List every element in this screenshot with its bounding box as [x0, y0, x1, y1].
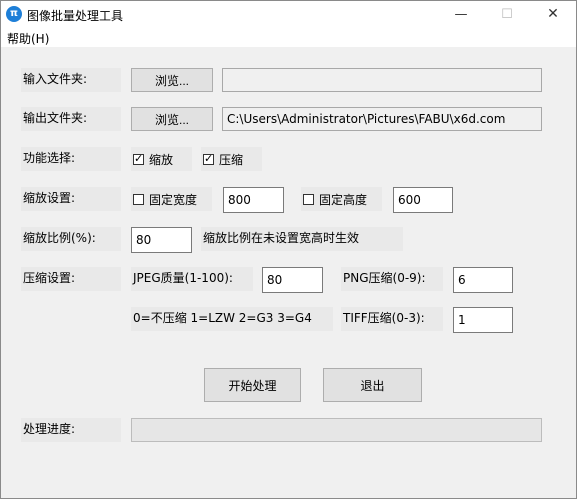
scale-ratio-hint: 缩放比例在未设置宽高时生效	[201, 227, 403, 251]
menu-help[interactable]: 帮助(H)	[7, 30, 49, 47]
png-compress-label: PNG压缩(0-9):	[341, 267, 443, 291]
scale-checkbox-label: 缩放	[149, 152, 174, 167]
compress-checkbox[interactable]: 压缩	[201, 147, 262, 171]
jpeg-quality-label: JPEG质量(1-100):	[131, 267, 253, 291]
scale-settings-label: 缩放设置:	[21, 187, 121, 211]
minimize-button[interactable]: —	[438, 1, 484, 28]
input-folder-label: 输入文件夹:	[21, 68, 121, 92]
png-compress-input[interactable]: 6	[453, 267, 513, 293]
compress-checkbox-label: 压缩	[219, 152, 244, 167]
output-folder-label: 输出文件夹:	[21, 107, 121, 131]
scale-ratio-label: 缩放比例(%):	[21, 227, 121, 251]
app-window: π 图像批量处理工具 — ☐ ✕ 帮助(H) 输入文件夹: 浏览... 输出文件…	[0, 0, 577, 499]
window-title: 图像批量处理工具	[27, 9, 124, 23]
title-bar[interactable]: π 图像批量处理工具 — ☐ ✕	[1, 1, 576, 28]
app-logo-icon: π	[6, 6, 22, 22]
progress-label: 处理进度:	[21, 418, 121, 442]
width-input[interactable]: 800	[223, 187, 284, 213]
jpeg-quality-input[interactable]: 80	[262, 267, 323, 293]
height-input[interactable]: 600	[393, 187, 453, 213]
input-browse-button[interactable]: 浏览...	[131, 68, 213, 92]
scale-check-icon	[133, 152, 144, 165]
scale-ratio-input[interactable]: 80	[131, 227, 192, 253]
output-folder-field[interactable]: C:\Users\Administrator\Pictures\FABU\x6d…	[222, 107, 542, 131]
exit-button[interactable]: 退出	[323, 368, 422, 402]
minimize-icon: —	[454, 7, 468, 22]
close-icon: ✕	[547, 6, 559, 22]
close-button[interactable]: ✕	[530, 1, 576, 28]
fixed-width-check-icon	[133, 193, 144, 205]
tiff-compress-label: TIFF压缩(0-3):	[341, 307, 443, 331]
menu-bar: 帮助(H)	[1, 28, 576, 48]
fixed-height-check-icon	[303, 193, 314, 205]
fixed-width-checkbox[interactable]: 固定宽度	[131, 187, 212, 211]
input-folder-field[interactable]	[222, 68, 542, 92]
progress-bar	[131, 418, 542, 442]
scale-checkbox[interactable]: 缩放	[131, 147, 192, 171]
fixed-height-label: 固定高度	[319, 192, 368, 207]
fixed-height-checkbox[interactable]: 固定高度	[301, 187, 382, 211]
tiff-compress-hint: 0=不压缩 1=LZW 2=G3 3=G4	[131, 307, 333, 331]
start-processing-button[interactable]: 开始处理	[204, 368, 301, 402]
maximize-button[interactable]: ☐	[484, 1, 530, 28]
tiff-compress-input[interactable]: 1	[453, 307, 513, 333]
fixed-width-label: 固定宽度	[149, 192, 198, 207]
compress-check-icon	[203, 152, 214, 165]
compress-settings-label: 压缩设置:	[21, 267, 121, 291]
maximize-icon: ☐	[501, 7, 513, 22]
function-label: 功能选择:	[21, 147, 121, 171]
output-browse-button[interactable]: 浏览...	[131, 107, 213, 131]
